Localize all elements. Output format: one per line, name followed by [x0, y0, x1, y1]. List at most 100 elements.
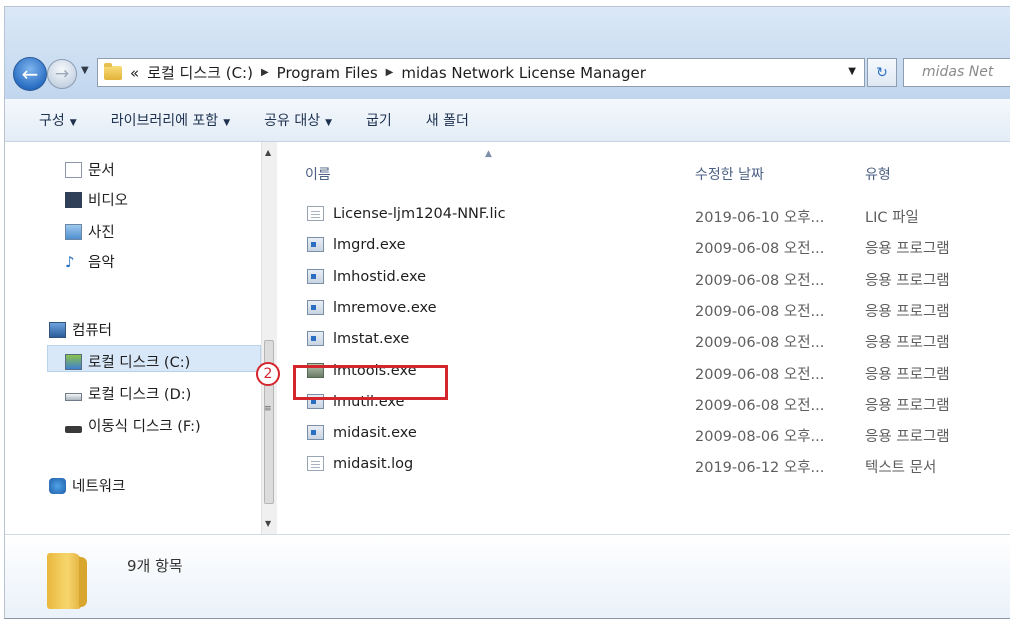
column-header-type[interactable]: 유형 — [865, 164, 891, 184]
file-row[interactable]: lmhostid.exe 2009-06-08 오전... 응용 프로그램 — [277, 262, 1010, 293]
file-name: midasit.log — [333, 456, 414, 473]
details-pane: 9개 항목 — [5, 534, 1010, 618]
file-type: 텍스트 문서 — [865, 460, 937, 477]
file-name: midasit.exe — [333, 425, 417, 442]
file-type: LIC 파일 — [865, 210, 919, 226]
share-with-menu[interactable]: 공유 대상 ▼ — [264, 110, 332, 130]
nav-item-drive-c[interactable]: 로컬 디스크 (C:) — [65, 351, 190, 372]
nav-label: 네트워크 — [72, 479, 126, 495]
file-modified-date: 2009-06-08 오전... — [695, 397, 825, 414]
highlight-box — [293, 365, 448, 400]
include-in-library-menu[interactable]: 라이브러리에 포함 ▼ — [111, 110, 230, 130]
explorer-window: ← → ▼ « 로컬 디스크 (C:) ▶ Program Files ▶ mi… — [4, 6, 1010, 619]
file-type: 응용 프로그램 — [865, 303, 950, 320]
removable-drive-icon — [65, 425, 82, 433]
new-folder-button[interactable]: 새 폴더 — [426, 110, 469, 130]
folder-icon — [47, 553, 87, 609]
exe-icon — [307, 268, 324, 284]
computer-icon — [49, 321, 66, 338]
file-modified-date: 2009-08-06 오후... — [695, 429, 825, 446]
file-name: lmhostid.exe — [333, 268, 427, 285]
file-modified-date: 2019-06-10 오후... — [695, 210, 825, 226]
burn-button[interactable]: 굽기 — [366, 110, 392, 130]
scrollbar-grip-icon: ≡ — [264, 404, 272, 414]
file-modified-date: 2009-06-08 오전... — [695, 335, 825, 352]
file-type: 응용 프로그램 — [865, 241, 950, 258]
nav-item-pictures[interactable]: 사진 — [65, 221, 115, 242]
file-row[interactable]: lmremove.exe 2009-06-08 오전... 응용 프로그램 — [277, 293, 1010, 324]
nav-label: 비디오 — [88, 193, 129, 209]
exe-icon — [307, 237, 324, 253]
breadcrumb-separator-icon[interactable]: ▶ — [386, 67, 394, 78]
nav-item-documents[interactable]: 문서 — [65, 159, 115, 180]
chevron-down-icon: ▼ — [325, 118, 333, 128]
file-row[interactable]: midasit.log 2019-06-12 오후... 텍스트 문서 — [277, 449, 1010, 480]
exe-icon — [307, 299, 324, 315]
chevron-down-icon: ▼ — [69, 118, 77, 128]
file-name: lmgrd.exe — [333, 237, 406, 254]
nav-item-computer[interactable]: 컴퓨터 — [49, 319, 112, 340]
organize-menu[interactable]: 구성 ▼ — [39, 110, 77, 130]
title-bar — [5, 7, 1010, 49]
breadcrumb-separator-icon[interactable]: ▶ — [261, 67, 269, 78]
refresh-button[interactable]: ↻ — [867, 58, 897, 87]
file-modified-date: 2009-06-08 오전... — [695, 303, 825, 320]
file-type: 응용 프로그램 — [865, 335, 950, 352]
address-dropdown-icon[interactable]: ▼ — [848, 66, 856, 77]
file-row[interactable]: lmstat.exe 2009-06-08 오전... 응용 프로그램 — [277, 324, 1010, 355]
file-type: 응용 프로그램 — [865, 272, 950, 289]
exe-icon — [307, 425, 324, 441]
search-input[interactable]: midas Net — [903, 58, 1010, 87]
forward-button[interactable]: → — [47, 59, 77, 89]
nav-item-videos[interactable]: 비디오 — [65, 189, 128, 210]
nav-item-removable-f[interactable]: 이동식 디스크 (F:) — [65, 415, 201, 436]
music-note-icon: ♪ — [65, 252, 75, 271]
file-modified-date: 2009-06-08 오전... — [695, 272, 825, 289]
file-type: 응용 프로그램 — [865, 429, 950, 446]
file-row[interactable]: lmgrd.exe 2009-06-08 오전... 응용 프로그램 — [277, 230, 1010, 261]
scroll-up-icon[interactable]: ▲ — [265, 148, 271, 157]
nav-scrollbar[interactable]: ▲ ≡ ▼ — [261, 142, 277, 534]
document-icon — [65, 161, 82, 178]
file-row[interactable]: License-ljm1204-NNF.lic 2019-06-10 오후... L… — [277, 199, 1010, 230]
navigation-pane: 문서 비디오 사진 ♪ 음악 컴퓨터 로컬 디스크 (C:) 로컬 디스크 (D… — [5, 142, 261, 532]
nav-label: 사진 — [88, 225, 115, 241]
back-button[interactable]: ← — [13, 57, 47, 91]
nav-item-network[interactable]: 네트워크 — [49, 475, 125, 496]
nav-item-drive-d[interactable]: 로컬 디스크 (D:) — [65, 383, 191, 404]
address-bar[interactable]: « 로컬 디스크 (C:) ▶ Program Files ▶ midas Ne… — [97, 58, 865, 87]
navigation-bar: ← → ▼ « 로컬 디스크 (C:) ▶ Program Files ▶ mi… — [5, 49, 1010, 99]
document-icon — [307, 456, 324, 472]
hard-drive-icon — [65, 392, 82, 401]
breadcrumb-current-folder[interactable]: midas Network License Manager — [401, 64, 646, 82]
exe-icon — [307, 331, 324, 347]
breadcrumb-program-files[interactable]: Program Files — [277, 64, 378, 82]
network-icon — [49, 477, 66, 494]
file-name: License-ljm1204-NNF.lic — [333, 206, 506, 222]
item-count: 9개 항목 — [127, 557, 183, 575]
folder-icon — [104, 62, 122, 80]
command-toolbar: 구성 ▼ 라이브러리에 포함 ▼ 공유 대상 ▼ 굽기 새 폴더 — [5, 99, 1010, 142]
file-modified-date: 2009-06-08 오전... — [695, 366, 825, 383]
file-list: ▲ 이름 수정한 날짜 유형 License-ljm1204-NNF.lic 20… — [277, 142, 1010, 534]
nav-item-music[interactable]: ♪ 음악 — [65, 251, 115, 272]
file-row[interactable]: midasit.exe 2009-08-06 오후... 응용 프로그램 — [277, 418, 1010, 449]
file-modified-date: 2019-06-12 오후... — [695, 460, 825, 477]
file-name: lmremove.exe — [333, 299, 437, 316]
column-header-name[interactable]: 이름 — [305, 164, 331, 184]
nav-label: 컴퓨터 — [72, 323, 113, 339]
breadcrumb-overflow[interactable]: « — [130, 64, 139, 82]
nav-label: 로컬 디스크 (D:) — [88, 387, 192, 403]
video-icon — [65, 191, 82, 208]
nav-label: 문서 — [88, 163, 115, 179]
scroll-down-icon[interactable]: ▼ — [265, 519, 271, 528]
column-header-date[interactable]: 수정한 날짜 — [695, 164, 764, 184]
file-name: lmstat.exe — [333, 331, 410, 348]
nav-label: 로컬 디스크 (C:) — [88, 355, 191, 371]
document-icon — [307, 206, 324, 221]
history-dropdown-icon[interactable]: ▼ — [81, 65, 89, 76]
step-number-badge: 2 — [256, 362, 280, 386]
breadcrumb-drive-c[interactable]: 로컬 디스크 (C:) — [147, 62, 253, 83]
file-type: 응용 프로그램 — [865, 397, 950, 414]
system-drive-icon — [65, 353, 82, 370]
